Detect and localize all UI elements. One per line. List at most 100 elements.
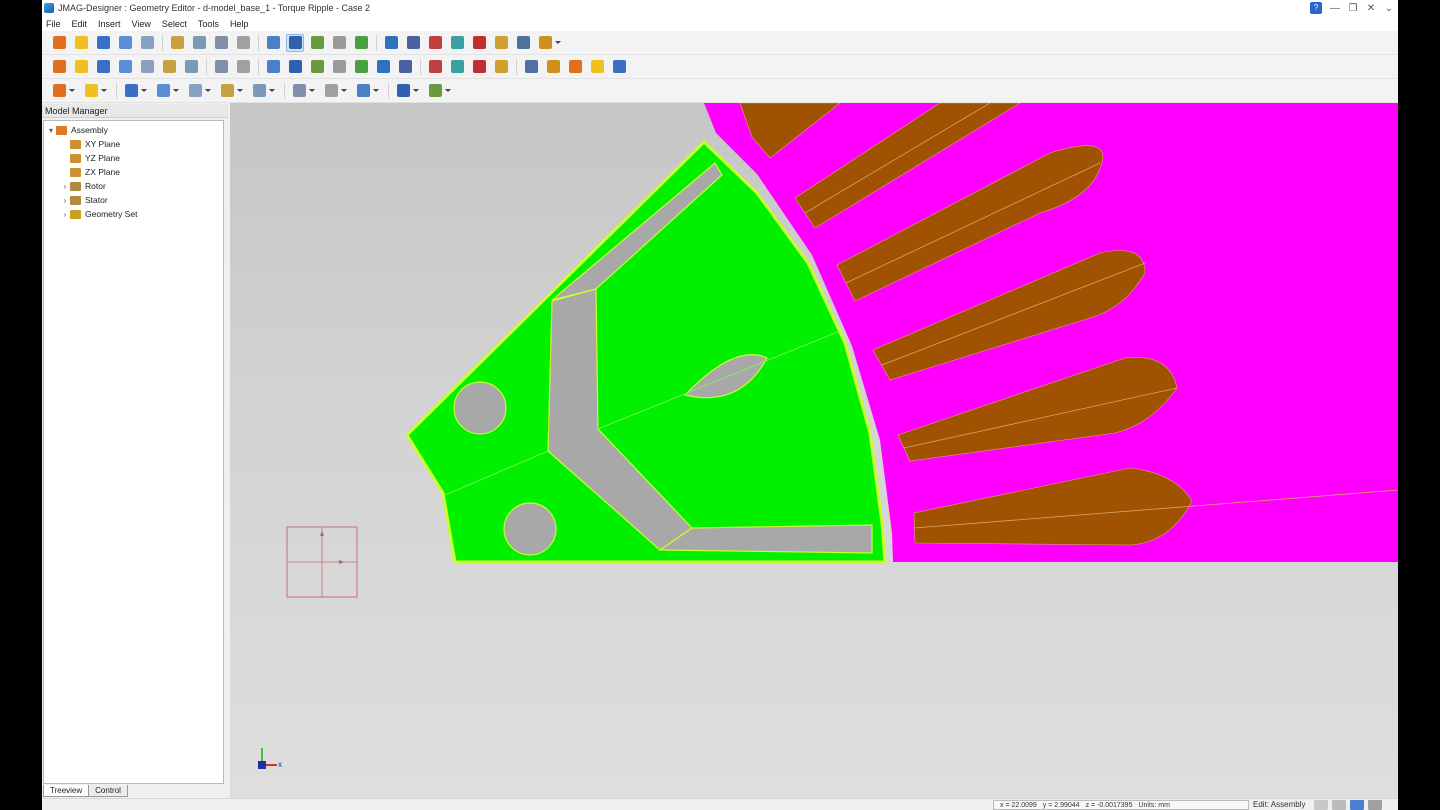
- view-iso-4-button[interactable]: [116, 58, 134, 76]
- node-button[interactable]: [448, 58, 466, 76]
- extrude-button[interactable]: [122, 82, 150, 100]
- menu-help[interactable]: Help: [230, 19, 249, 29]
- pattern-button[interactable]: [186, 82, 214, 100]
- globe-icon: [397, 84, 410, 97]
- help-icon[interactable]: ?: [1310, 2, 1322, 14]
- tree-item-rotor[interactable]: › Rotor: [44, 179, 223, 193]
- model-canvas[interactable]: x: [230, 103, 1398, 798]
- arrow-left-icon[interactable]: [1350, 800, 1364, 810]
- tab-control[interactable]: Control: [88, 785, 128, 797]
- brush-button[interactable]: [82, 82, 110, 100]
- select-arrow-icon: [288, 36, 302, 49]
- view-iso-7-button[interactable]: [182, 58, 200, 76]
- rotor-hole-lower[interactable]: [503, 502, 557, 556]
- expand-toggle-icon[interactable]: ›: [60, 210, 70, 219]
- shade-4-button[interactable]: [396, 58, 414, 76]
- expand-toggle-icon[interactable]: ›: [60, 196, 70, 205]
- menu-edit[interactable]: Edit: [72, 19, 88, 29]
- view-front-button[interactable]: [212, 58, 230, 76]
- expand-toggle-icon[interactable]: ▾: [46, 126, 56, 135]
- view-iso-1-button[interactable]: [50, 58, 68, 76]
- view-iso-6-button[interactable]: [160, 58, 178, 76]
- rotor-hole-upper[interactable]: [453, 381, 507, 435]
- wire-button[interactable]: [286, 58, 304, 76]
- hidden-line-button[interactable]: [308, 58, 326, 76]
- expand-toggle-icon[interactable]: ›: [60, 182, 70, 191]
- group-button[interactable]: [354, 82, 382, 100]
- view-navigator[interactable]: [286, 526, 358, 598]
- mesh-2-button[interactable]: [544, 58, 562, 76]
- settings-button[interactable]: [492, 34, 510, 52]
- geometry-viewport[interactable]: x: [230, 103, 1398, 798]
- chart-button[interactable]: [154, 82, 182, 100]
- chevron-down-icon[interactable]: ⌄: [1380, 3, 1398, 14]
- view-iso-2-button[interactable]: [72, 58, 90, 76]
- edge-button[interactable]: [470, 58, 488, 76]
- arrow-right-icon[interactable]: [1368, 800, 1382, 810]
- delete-button[interactable]: [234, 34, 252, 52]
- tree-item-yz-plane[interactable]: YZ Plane: [44, 151, 223, 165]
- undo-button[interactable]: [116, 34, 134, 52]
- redo-button[interactable]: [138, 34, 156, 52]
- tree-item-zx-plane[interactable]: ZX Plane: [44, 165, 223, 179]
- cloud-button[interactable]: [218, 82, 246, 100]
- save-button[interactable]: [94, 34, 112, 52]
- point-button[interactable]: [322, 82, 350, 100]
- copy-button[interactable]: [190, 34, 208, 52]
- pan-button[interactable]: [382, 34, 400, 52]
- rotate-button[interactable]: [352, 34, 370, 52]
- menu-select[interactable]: Select: [162, 19, 187, 29]
- menu-view[interactable]: View: [132, 19, 151, 29]
- minimize-icon[interactable]: —: [1326, 3, 1344, 14]
- shade-3-button[interactable]: [374, 58, 392, 76]
- menu-tools[interactable]: Tools: [198, 19, 219, 29]
- menu-file[interactable]: File: [46, 19, 61, 29]
- menu-insert[interactable]: Insert: [98, 19, 121, 29]
- open-button[interactable]: [72, 34, 90, 52]
- export-button[interactable]: [610, 58, 628, 76]
- search-button[interactable]: [470, 34, 488, 52]
- lock-icon[interactable]: [1332, 800, 1346, 810]
- mesh-1-button[interactable]: [522, 58, 540, 76]
- close-icon[interactable]: ✕: [1362, 3, 1380, 14]
- grid-button[interactable]: [426, 34, 444, 52]
- face-button[interactable]: [492, 58, 510, 76]
- display-mode-icon: [539, 36, 552, 49]
- maximize-icon[interactable]: ❐: [1344, 3, 1362, 14]
- view-iso-5-button[interactable]: [138, 58, 156, 76]
- display-mode-button[interactable]: [536, 34, 564, 52]
- back-button[interactable]: [50, 34, 68, 52]
- warning-button[interactable]: [566, 58, 584, 76]
- fit-view-button[interactable]: [264, 34, 282, 52]
- part-button[interactable]: [50, 82, 78, 100]
- warning-2-button[interactable]: [588, 58, 606, 76]
- paste-button[interactable]: [212, 34, 230, 52]
- tree-item-assembly[interactable]: ▾ Assembly: [44, 123, 223, 137]
- snap-button[interactable]: [448, 34, 466, 52]
- shade-1-button[interactable]: [330, 58, 348, 76]
- layer-button[interactable]: [426, 58, 444, 76]
- cut-button[interactable]: [168, 34, 186, 52]
- tab-treeview[interactable]: Treeview: [43, 785, 90, 797]
- tree-item-xy-plane[interactable]: XY Plane: [44, 137, 223, 151]
- tree-item-geometry-set[interactable]: › Geometry Set: [44, 207, 223, 221]
- view-down-button[interactable]: [234, 58, 252, 76]
- view-iso-3-button[interactable]: [94, 58, 112, 76]
- layer-icon[interactable]: [1314, 800, 1328, 810]
- select-arrow-button[interactable]: [286, 33, 304, 52]
- measure-button[interactable]: [426, 82, 454, 100]
- status-units: Units: mm: [1138, 801, 1170, 809]
- line-button[interactable]: [290, 82, 318, 100]
- zoom-in-button[interactable]: [308, 34, 326, 52]
- window-button[interactable]: [514, 34, 532, 52]
- zoom-box-button[interactable]: [330, 34, 348, 52]
- solid-button[interactable]: [264, 58, 282, 76]
- tree-item-stator[interactable]: › Stator: [44, 193, 223, 207]
- undo-icon: [118, 36, 132, 49]
- magnet-slot-lower[interactable]: [658, 524, 873, 554]
- globe-button[interactable]: [394, 82, 422, 100]
- shade-2-button[interactable]: [352, 58, 370, 76]
- zoom-button[interactable]: [404, 34, 422, 52]
- view-iso-5-icon: [140, 60, 154, 73]
- tool-button[interactable]: [250, 82, 278, 100]
